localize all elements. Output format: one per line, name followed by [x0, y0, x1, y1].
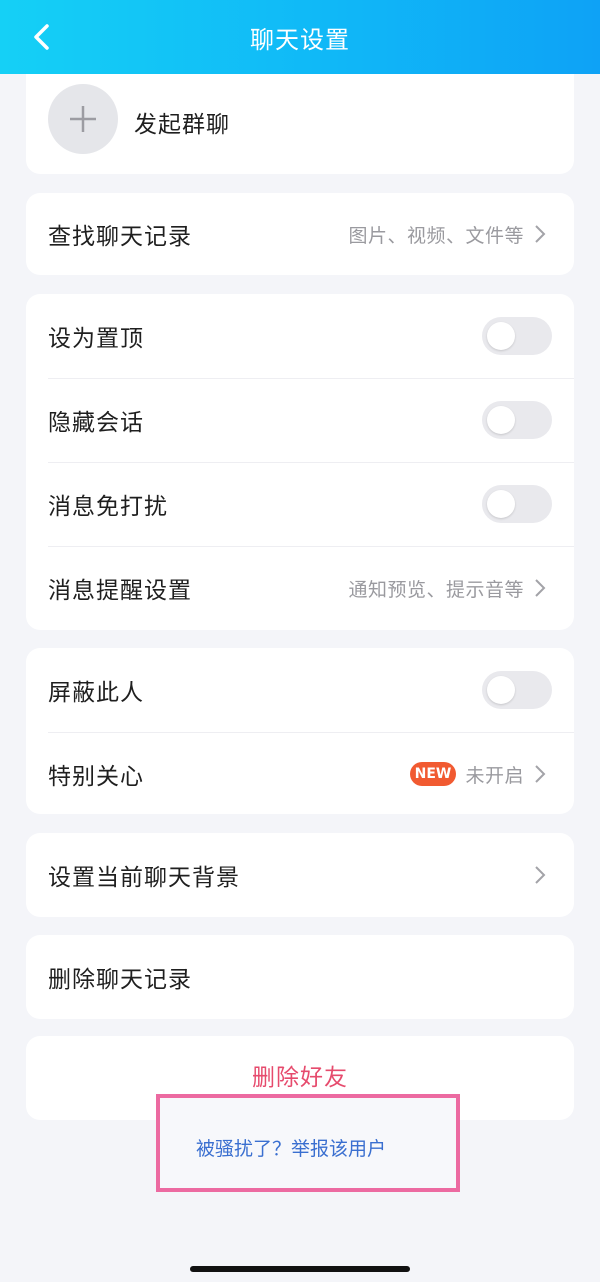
- chat-background-row[interactable]: 设置当前聊天背景: [26, 833, 574, 917]
- search-history-hint: 图片、视频、文件等: [348, 224, 524, 247]
- notify-settings-hint: 通知预览、提示音等: [348, 578, 524, 601]
- chevron-right-icon: [535, 765, 546, 783]
- chevron-left-icon[interactable]: [30, 22, 54, 52]
- block-row: 屏蔽此人: [26, 648, 574, 732]
- chevron-right-icon: [535, 866, 546, 884]
- chat-background-label: 设置当前聊天背景: [48, 865, 240, 891]
- clear-history-label: 删除聊天记录: [48, 967, 192, 993]
- start-group-chat-label: 发起群聊: [134, 112, 230, 138]
- report-user-link[interactable]: 被骚扰了？举报该用户: [196, 1134, 386, 1161]
- plus-icon: [70, 106, 96, 132]
- background-card: 设置当前聊天背景: [26, 833, 574, 917]
- home-indicator: [190, 1266, 410, 1272]
- top-bar: 聊天设置: [0, 0, 600, 74]
- toggle-knob: [487, 406, 515, 434]
- dnd-toggle[interactable]: [482, 485, 552, 523]
- pin-toggle[interactable]: [482, 317, 552, 355]
- hide-chat-label: 隐藏会话: [48, 410, 144, 436]
- new-badge: NEW: [410, 762, 456, 786]
- special-care-status: 未开启: [465, 764, 524, 787]
- chat-settings-card: 设为置顶 隐藏会话 消息免打扰 消息提醒设置 通知预览、提示音等: [26, 294, 574, 630]
- search-history-row[interactable]: 查找聊天记录 图片、视频、文件等: [26, 193, 574, 275]
- hide-chat-toggle[interactable]: [482, 401, 552, 439]
- page-title: 聊天设置: [250, 25, 350, 54]
- dnd-row: 消息免打扰: [26, 462, 574, 546]
- toggle-knob: [487, 676, 515, 704]
- dnd-label: 消息免打扰: [48, 494, 168, 520]
- notify-settings-label: 消息提醒设置: [48, 578, 192, 604]
- hide-chat-row: 隐藏会话: [26, 378, 574, 462]
- pin-label: 设为置顶: [48, 326, 144, 352]
- group-chat-card: 发起群聊: [26, 74, 574, 174]
- toggle-knob: [487, 322, 515, 350]
- search-history-card: 查找聊天记录 图片、视频、文件等: [26, 193, 574, 275]
- report-highlight-box: 被骚扰了？举报该用户: [156, 1094, 460, 1192]
- chevron-right-icon: [535, 225, 546, 243]
- pin-row: 设为置顶: [26, 294, 574, 378]
- toggle-knob: [487, 490, 515, 518]
- start-group-chat-button[interactable]: [48, 84, 118, 154]
- block-label: 屏蔽此人: [48, 680, 144, 706]
- special-care-label: 特别关心: [48, 764, 144, 790]
- delete-friend-button[interactable]: 删除好友: [26, 1058, 574, 1092]
- special-care-row[interactable]: 特别关心 NEW 未开启: [26, 732, 574, 816]
- search-history-label: 查找聊天记录: [48, 224, 192, 250]
- notify-settings-row[interactable]: 消息提醒设置 通知预览、提示音等: [26, 546, 574, 630]
- block-toggle[interactable]: [482, 671, 552, 709]
- privacy-card: 屏蔽此人 特别关心 NEW 未开启: [26, 648, 574, 814]
- chevron-right-icon: [535, 579, 546, 597]
- clear-history-row[interactable]: 删除聊天记录: [26, 935, 574, 1019]
- clear-history-card: 删除聊天记录: [26, 935, 574, 1019]
